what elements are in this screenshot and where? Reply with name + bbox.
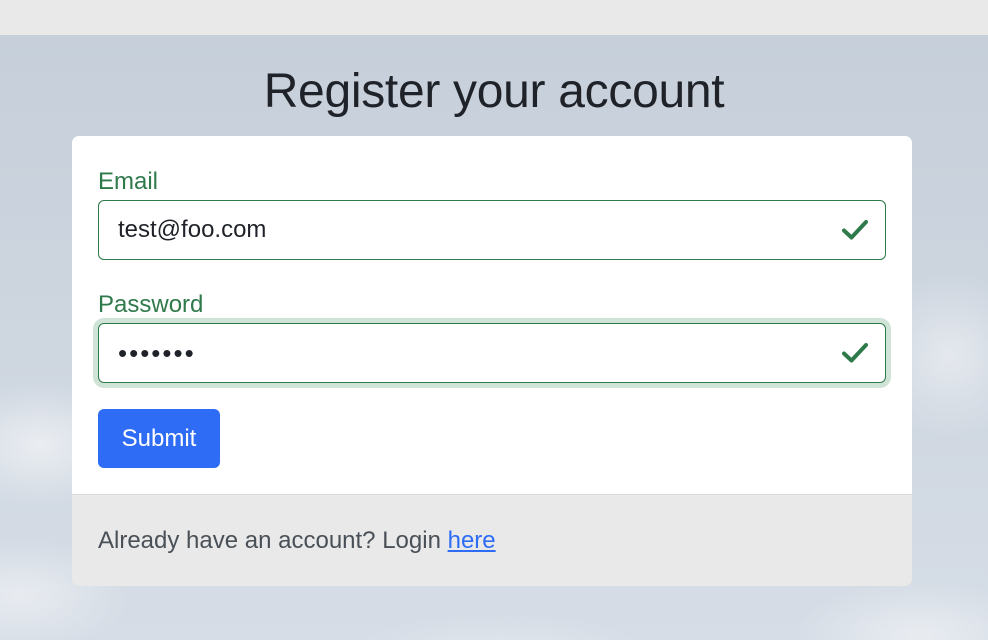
submit-button[interactable]: Submit bbox=[98, 409, 220, 468]
login-prompt: Already have an account? Login here bbox=[98, 527, 496, 555]
card-footer: Already have an account? Login here bbox=[72, 494, 912, 586]
password-label: Password bbox=[98, 291, 204, 318]
email-field[interactable]: test@foo.com bbox=[98, 200, 886, 260]
login-prompt-text: Already have an account? Login bbox=[98, 527, 448, 554]
register-card: Email test@foo.com Password ••••••• Subm… bbox=[72, 136, 912, 494]
login-link[interactable]: here bbox=[448, 527, 496, 554]
browser-top-bar bbox=[0, 0, 988, 35]
password-field[interactable]: ••••••• bbox=[98, 323, 886, 383]
password-field-value: ••••••• bbox=[118, 338, 196, 368]
check-icon bbox=[842, 343, 868, 363]
page-title: Register your account bbox=[263, 65, 725, 118]
email-label: Email bbox=[98, 168, 159, 195]
check-icon bbox=[842, 220, 868, 240]
email-field-value: test@foo.com bbox=[118, 216, 267, 243]
